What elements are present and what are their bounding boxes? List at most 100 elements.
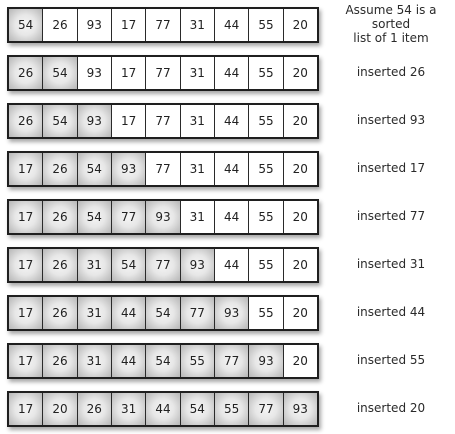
sorted-cell: 54 [146,297,181,329]
unsorted-cell: 55 [249,9,284,41]
sort-step-row: 54 26 93 17 77 31 44 55 20 Assume 54 is a sorted … [7,3,455,45]
sorted-cell: 44 [111,345,147,377]
unsorted-cell: 17 [111,105,147,137]
unsorted-cell: 55 [249,249,284,281]
sorted-cell: 26 [9,57,44,89]
unsorted-cell: 77 [146,153,181,185]
initial-note: Assume 54 is a sorted list of 1 item [345,3,437,45]
sorted-cell: 26 [43,249,78,281]
sorted-cell: 93 [283,393,317,425]
unsorted-cell: 44 [214,105,250,137]
unsorted-cell: 17 [111,9,147,41]
unsorted-cell: 77 [146,57,181,89]
unsorted-cell: 20 [283,153,317,185]
sorted-cell: 54 [43,57,78,89]
step-note: inserted 55 [356,353,426,368]
unsorted-cell: 20 [283,201,317,233]
unsorted-cell: 44 [214,57,250,89]
sorted-cell: 77 [146,249,181,281]
insertion-sort-diagram: 54 26 93 17 77 31 44 55 20 Assume 54 is a sorted … [0,0,455,434]
sorted-cell: 44 [111,297,147,329]
array-cells: 26 54 93 17 77 31 44 55 20 [7,103,319,139]
step-note: inserted 77 [356,209,426,224]
unsorted-cell: 20 [283,297,317,329]
sorted-cell: 55 [180,345,215,377]
unsorted-cell: 20 [283,105,317,137]
step-note: inserted 44 [356,305,426,320]
unsorted-cell: 55 [249,297,284,329]
array-cells: 26 54 93 17 77 31 44 55 20 [7,55,319,91]
sorted-cell: 93 [146,201,181,233]
sort-step-row: 26 54 93 17 77 31 44 55 20 inserted 26 [7,55,455,91]
sorted-cell: 77 [214,345,250,377]
unsorted-cell: 20 [283,249,317,281]
unsorted-cell: 55 [249,201,284,233]
unsorted-cell: 20 [283,345,317,377]
array-cells: 17 26 31 54 77 93 44 55 20 [7,247,319,283]
sorted-cell: 55 [214,393,250,425]
sorted-cell: 77 [180,297,215,329]
unsorted-cell: 44 [214,9,250,41]
sorted-cell: 31 [77,345,112,377]
sorted-cell: 44 [146,393,181,425]
sorted-cell: 26 [43,153,78,185]
sorted-cell: 54 [111,249,147,281]
sorted-cell: 20 [43,393,78,425]
sorted-cell: 77 [111,201,147,233]
array-cells: 54 26 93 17 77 31 44 55 20 [7,7,319,43]
array-cells: 17 20 26 31 44 54 55 77 93 [7,391,319,427]
sorted-cell: 54 [180,393,215,425]
sorted-cell: 54 [43,105,78,137]
sorted-cell: 17 [9,249,44,281]
unsorted-cell: 31 [180,201,215,233]
unsorted-cell: 26 [43,9,78,41]
sorted-cell: 77 [249,393,284,425]
sorted-cell: 26 [43,345,78,377]
sorted-cell: 93 [180,249,215,281]
sort-step-row: 17 26 31 44 54 77 93 55 20 inserted 44 [7,295,455,331]
sorted-cell: 93 [214,297,250,329]
unsorted-cell: 44 [214,249,250,281]
unsorted-cell: 31 [180,9,215,41]
unsorted-cell: 31 [180,153,215,185]
sorted-cell: 93 [77,105,112,137]
sorted-cell: 31 [77,249,112,281]
sorted-cell: 26 [43,201,78,233]
sorted-cell: 31 [77,297,112,329]
sorted-cell: 54 [77,201,112,233]
sorted-cell: 17 [9,153,44,185]
sorted-cell: 17 [9,345,44,377]
sorted-cell: 93 [111,153,147,185]
sorted-cell: 93 [249,345,284,377]
sorted-cell: 17 [9,393,44,425]
array-cells: 17 26 31 44 54 77 93 55 20 [7,295,319,331]
sorted-cell: 17 [9,201,44,233]
sorted-cell: 26 [9,105,44,137]
sort-step-row: 17 26 31 44 54 55 77 93 20 inserted 55 [7,343,455,379]
array-cells: 17 26 54 77 93 31 44 55 20 [7,199,319,235]
sorted-cell: 17 [9,297,44,329]
unsorted-cell: 44 [214,153,250,185]
sort-step-row: 26 54 93 17 77 31 44 55 20 inserted 93 [7,103,455,139]
step-note: inserted 20 [356,401,426,416]
step-note: inserted 93 [356,113,426,128]
sorted-cell: 54 [9,9,44,41]
unsorted-cell: 44 [214,201,250,233]
sorted-cell: 31 [111,393,147,425]
sorted-cell: 26 [43,297,78,329]
step-note: inserted 31 [356,257,426,272]
sort-step-row: 17 26 31 54 77 93 44 55 20 inserted 31 [7,247,455,283]
sort-step-row: 17 26 54 93 77 31 44 55 20 inserted 17 [7,151,455,187]
sorted-cell: 54 [77,153,112,185]
sort-step-row: 17 26 54 77 93 31 44 55 20 inserted 77 [7,199,455,235]
sorted-cell: 54 [146,345,181,377]
unsorted-cell: 77 [146,105,181,137]
unsorted-cell: 20 [283,9,317,41]
unsorted-cell: 31 [180,105,215,137]
unsorted-cell: 93 [77,57,112,89]
unsorted-cell: 93 [77,9,112,41]
unsorted-cell: 20 [283,57,317,89]
step-note: inserted 26 [356,65,426,80]
sort-step-row: 17 20 26 31 44 54 55 77 93 inserted 20 [7,391,455,427]
unsorted-cell: 55 [249,57,284,89]
